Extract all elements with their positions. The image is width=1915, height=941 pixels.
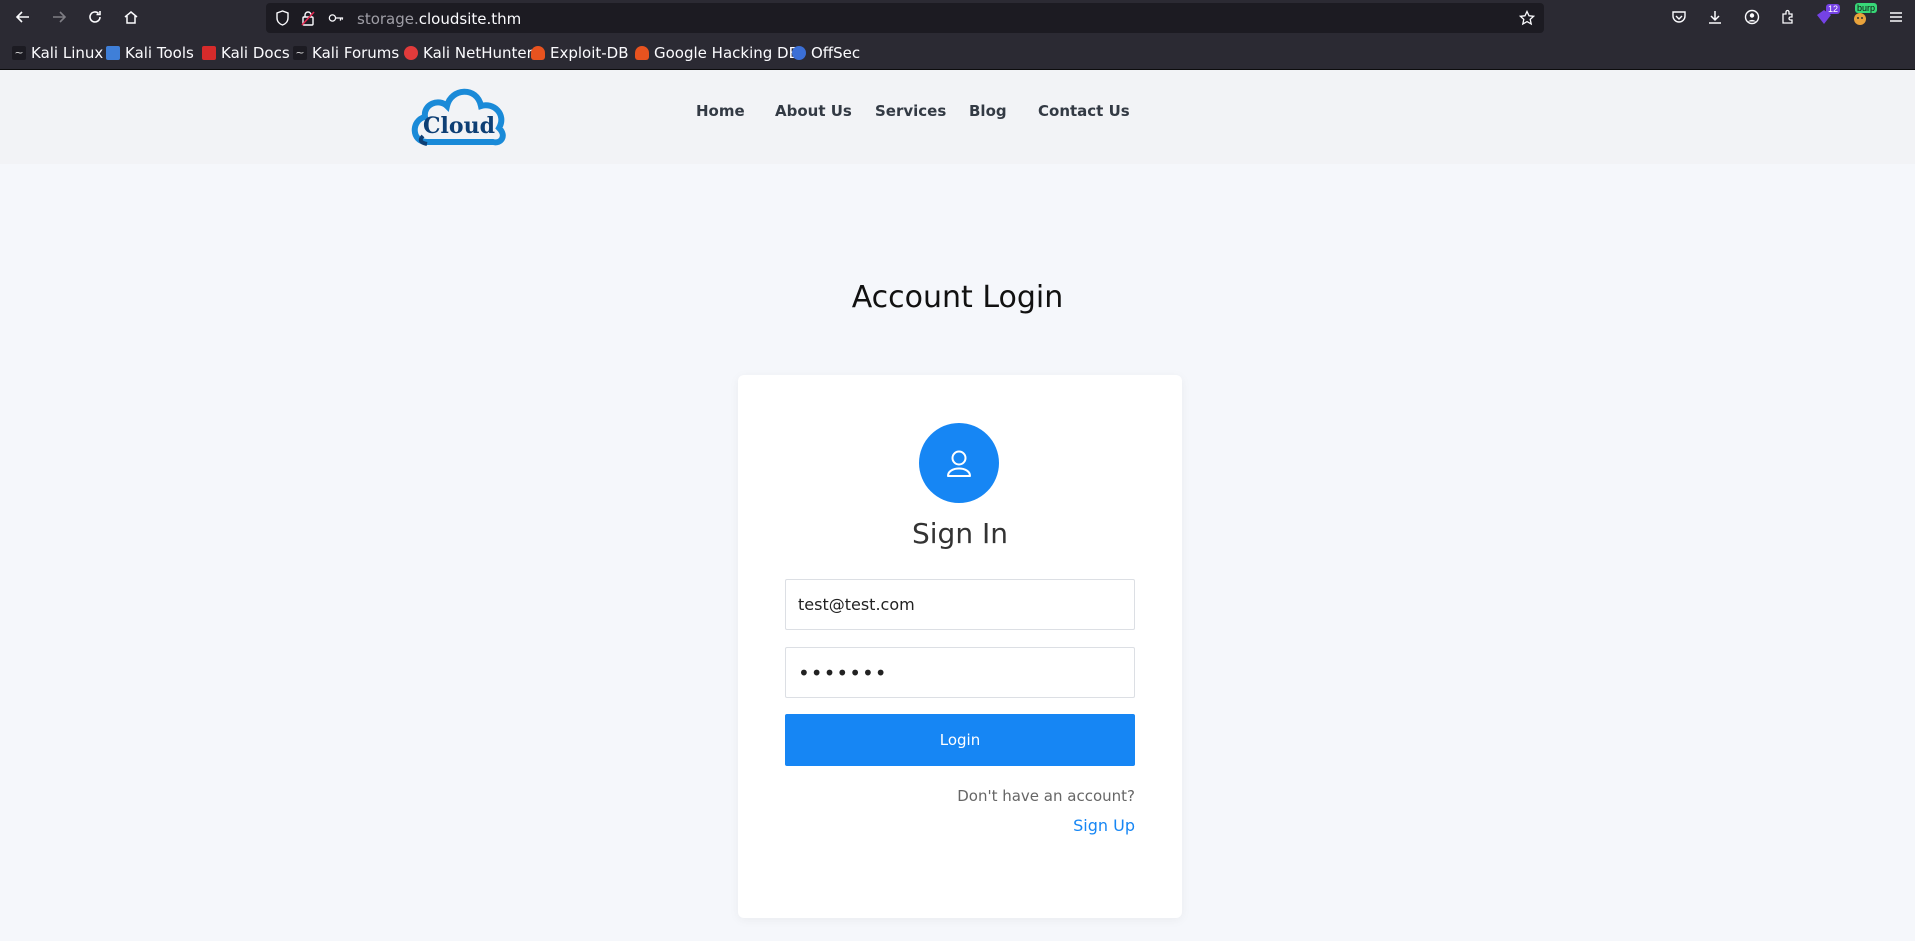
extensions-icon[interactable] [1777,6,1799,28]
bookmark-exploit-db[interactable]: Exploit-DB [531,44,629,62]
bookmark-kali-docs[interactable]: Kali Docs [202,44,290,62]
nav-blog[interactable]: Blog [969,102,1007,120]
sign-in-heading: Sign In [912,517,1008,550]
sign-up-link[interactable]: Sign Up [1073,816,1135,835]
bookmark-label: Exploit-DB [550,44,629,62]
bookmark-label: Kali Linux [31,44,104,62]
download-icon[interactable] [1704,6,1726,28]
reload-icon[interactable] [83,5,107,29]
account-icon[interactable] [1741,6,1763,28]
nav-services[interactable]: Services [875,102,946,120]
bookmark-label: Kali Forums [312,44,400,62]
home-icon[interactable] [119,5,143,29]
url-text[interactable]: storage.cloudsite.thm [357,10,521,28]
site-header: Cloud Home About Us Services Blog Contac… [0,70,1915,164]
kali-dragon-icon: ~ [293,46,307,60]
forward-icon[interactable] [47,5,71,29]
kali-tools-icon [106,46,120,60]
kali-docs-icon [202,46,216,60]
burp-badge: burp [1855,3,1878,13]
bookmark-star-icon[interactable] [1519,10,1535,26]
nav-about-us[interactable]: About Us [775,102,852,120]
browser-toolbar: storage.cloudsite.thm 12 burp [0,0,1915,35]
bookmark-offsec[interactable]: OffSec [792,44,860,62]
bookmark-kali-tools[interactable]: Kali Tools [106,44,194,62]
pocket-icon[interactable] [1668,6,1690,28]
login-card: Sign In Login Don't have an account? Sig… [738,375,1182,918]
logo-text: Cloud [423,113,495,139]
bookmark-label: Kali Tools [125,44,194,62]
bookmark-label: Kali NetHunter [423,44,533,62]
bookmark-label: Google Hacking DB [654,44,799,62]
insecure-lock-icon[interactable] [300,10,316,26]
burp-extension-icon[interactable]: burp [1849,3,1878,28]
url-subdomain: storage. [357,10,419,28]
nethunter-icon [404,46,418,60]
bookmark-kali-nethunter[interactable]: Kali NetHunter [404,44,533,62]
bookmark-kali-linux[interactable]: ~ Kali Linux [12,44,103,62]
kali-dragon-icon: ~ [12,46,26,60]
bookmarks-bar: ~ Kali Linux Kali Tools Kali Docs ~ Kali… [0,35,1915,70]
nav-home[interactable]: Home [696,102,745,120]
no-account-text: Don't have an account? [957,787,1135,805]
password-field[interactable] [785,647,1135,698]
offsec-icon [792,46,806,60]
bookmark-google-hacking-db[interactable]: Google Hacking DB [635,44,799,62]
bookmark-label: Kali Docs [221,44,290,62]
menu-icon[interactable] [1885,6,1907,28]
back-icon[interactable] [11,5,35,29]
cloud-logo[interactable]: Cloud [409,80,509,150]
user-avatar [919,423,999,503]
bookmark-label: OffSec [811,44,861,62]
login-button[interactable]: Login [785,714,1135,766]
url-domain: cloudsite.thm [418,10,522,28]
page-title: Account Login [851,280,1064,315]
email-field[interactable] [785,579,1135,630]
user-icon [947,450,971,477]
extension-purple-icon[interactable]: 12 [1813,4,1841,28]
exploit-db-icon [531,46,545,60]
shield-icon[interactable] [274,10,290,26]
ghdb-icon [635,46,649,60]
extension-badge: 12 [1826,4,1841,14]
nav-contact-us[interactable]: Contact Us [1038,102,1130,120]
key-icon[interactable] [328,10,344,26]
url-bar[interactable]: storage.cloudsite.thm [266,3,1544,33]
bookmark-kali-forums[interactable]: ~ Kali Forums [293,44,399,62]
